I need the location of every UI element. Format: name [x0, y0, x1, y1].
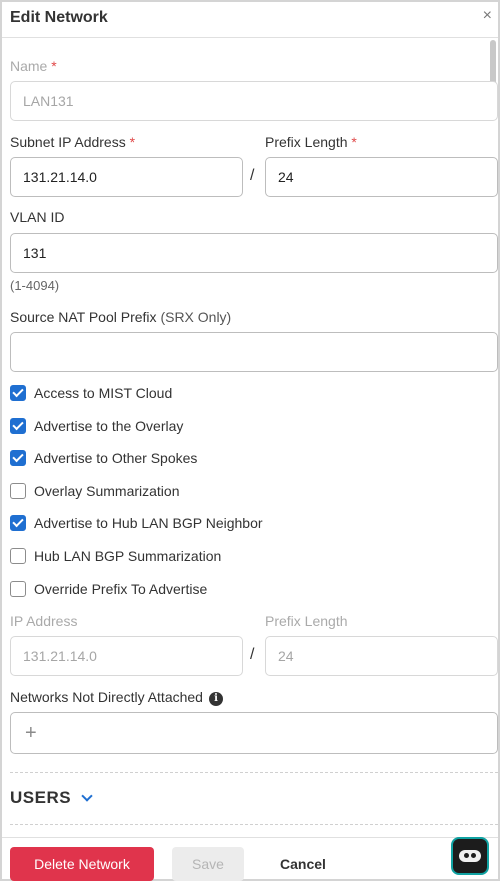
chatbot-eye [464, 853, 469, 858]
networks-not-attached-field[interactable]: + [10, 712, 498, 754]
chatbot-eye [471, 853, 476, 858]
checkbox-advertise-overlay[interactable]: Advertise to the Overlay [10, 416, 183, 436]
checkbox-label: Advertise to the Overlay [34, 418, 184, 434]
advertise-ip-label: IP Address [10, 613, 78, 629]
delete-network-button[interactable]: Delete Network [10, 847, 154, 881]
name-label: Name * [10, 58, 57, 74]
checkbox-label: Access to MIST Cloud [34, 385, 173, 401]
checkbox-label: Advertise to Other Spokes [34, 450, 198, 466]
checkbox-label: Override Prefix To Advertise [34, 581, 208, 597]
prefix-length-field[interactable]: 24 [265, 157, 498, 197]
subnet-label: Subnet IP Address * [10, 134, 136, 150]
slash-separator: / [250, 646, 255, 663]
checkbox-advertise-other-spokes[interactable]: Advertise to Other Spokes [10, 448, 197, 468]
modal-header: Edit Network × [2, 2, 498, 38]
close-icon[interactable]: × [483, 7, 492, 25]
nat-pool-label: Source NAT Pool Prefix (SRX Only) [10, 309, 232, 325]
edit-network-modal: Edit Network × Name * LAN131 Subnet IP A… [0, 0, 500, 881]
checkbox-override-prefix[interactable]: Override Prefix To Advertise [10, 579, 207, 599]
divider [10, 824, 498, 825]
nat-pool-field[interactable] [10, 332, 498, 372]
chatbot-face [459, 850, 481, 862]
advertise-prefix-label: Prefix Length [265, 613, 348, 629]
networks-not-attached-label: Networks Not Directly Attached i [10, 689, 223, 706]
checkbox-advertise-hub-lan-bgp[interactable]: Advertise to Hub LAN BGP Neighbor [10, 513, 263, 533]
checkbox-overlay-summarization[interactable]: Overlay Summarization [10, 481, 180, 501]
info-icon[interactable]: i [208, 691, 223, 706]
checkbox-label: Hub LAN BGP Summarization [34, 548, 222, 564]
plus-icon[interactable]: + [25, 722, 37, 745]
subnet-ip-field[interactable]: 131.21.14.0 [10, 157, 243, 197]
prefix-length-label: Prefix Length * [265, 134, 357, 150]
name-field[interactable]: LAN131 [10, 81, 498, 121]
vlan-id-label: VLAN ID [10, 209, 65, 225]
save-button[interactable]: Save [172, 847, 244, 881]
check-icon[interactable] [10, 515, 26, 531]
checkbox-box[interactable] [10, 483, 26, 499]
advertise-ip-field[interactable]: 131.21.14.0 [10, 636, 243, 676]
checkbox-hub-lan-bgp-summarization[interactable]: Hub LAN BGP Summarization [10, 546, 221, 566]
checkbox-label: Advertise to Hub LAN BGP Neighbor [34, 515, 263, 531]
checkbox-box[interactable] [10, 581, 26, 597]
chatbot-icon[interactable] [451, 837, 489, 875]
check-icon[interactable] [10, 385, 26, 401]
check-icon[interactable] [10, 450, 26, 466]
users-section-toggle[interactable]: USERS [10, 788, 93, 808]
modal-title: Edit Network [10, 9, 108, 26]
check-icon[interactable] [10, 418, 26, 434]
cancel-button[interactable]: Cancel [262, 847, 344, 881]
users-section-title: USERS [10, 788, 72, 807]
checkbox-box[interactable] [10, 548, 26, 564]
slash-separator: / [250, 167, 255, 184]
divider [10, 772, 498, 773]
checkbox-label: Overlay Summarization [34, 483, 180, 499]
vlan-id-field[interactable]: 131 [10, 233, 498, 273]
chevron-down-icon[interactable] [81, 789, 93, 802]
checkbox-access-mist-cloud[interactable]: Access to MIST Cloud [10, 383, 172, 403]
footer-divider [2, 837, 498, 838]
advertise-prefix-field[interactable]: 24 [265, 636, 498, 676]
vlan-id-hint: (1-4094) [10, 278, 60, 293]
